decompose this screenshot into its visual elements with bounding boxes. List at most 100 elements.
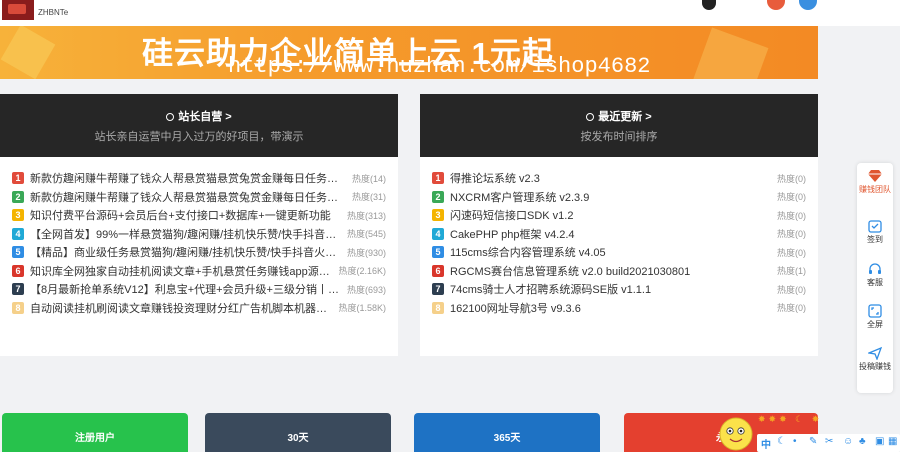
tool-checkin[interactable]: 签到	[857, 219, 893, 245]
header-icon-button[interactable]	[767, 0, 785, 10]
rank-badge: 3	[12, 209, 24, 222]
card-subtitle: 按发布时间排序	[580, 131, 658, 143]
mascot-icon[interactable]	[716, 412, 756, 452]
circle-icon	[166, 113, 175, 121]
heat-count: 热度(0)	[777, 210, 806, 221]
item-title-link[interactable]: CakePHP php框架 v4.2.4	[450, 226, 771, 242]
list-item[interactable]: 4 【全网首发】99%一样悬赏猫狗/趣闲赚/挂机快乐赞/快手抖音火山... 热度(5…	[12, 225, 386, 244]
list-item[interactable]: 2 新款仿趣闲赚牛帮赚了钱众人帮悬赏猫悬赏兔赏金赚每日任务平台a... 热度(31)	[12, 188, 386, 207]
membership-tile-365d[interactable]: 365天	[414, 413, 600, 452]
tool-submit-earn[interactable]: 投稿赚钱	[857, 346, 893, 372]
heat-count: 热度(2.16K)	[338, 266, 386, 277]
grid-icon[interactable]: ▦	[888, 436, 897, 447]
card-recent-updates: 最近更新 > 按发布时间排序 1 得推论坛系统 v2.3 热度(0) 2 NXCRM客…	[420, 94, 818, 356]
heat-count: 热度(930)	[346, 247, 386, 258]
item-title-link[interactable]: 得推论坛系统 v2.3	[450, 170, 771, 186]
list-item[interactable]: 6 知识库全网独家自动挂机阅读文章+手机悬赏任务赚钱app源码（可... 热度(2.…	[12, 262, 386, 281]
shirt-icon[interactable]: ▣	[875, 436, 884, 447]
send-icon	[868, 346, 882, 360]
ime-language[interactable]: 中	[761, 436, 771, 451]
sparkle-icons: ✸✸✸ ☾ ✸	[758, 414, 823, 424]
rank-badge: 8	[432, 301, 444, 314]
item-title-link[interactable]: 162100网址导航3号 v9.3.6	[450, 300, 771, 316]
tool-fullscreen[interactable]: 全屏	[857, 304, 893, 330]
wrench-icon[interactable]: ✎	[809, 436, 817, 447]
list-item[interactable]: 5 【精品】商业级任务悬赏猫狗/趣闲赚/挂机快乐赞/快手抖音火山点... 热度(93…	[12, 243, 386, 262]
item-title-link[interactable]: 自动阅读挂机刷阅读文章赚钱投资理财分红广告机脚本机器人可封装...	[30, 300, 332, 316]
card-title[interactable]: 站长自营 >	[0, 94, 398, 124]
item-title-link[interactable]: 【精品】商业级任务悬赏猫狗/趣闲赚/挂机快乐赞/快手抖音火山点...	[30, 244, 341, 260]
item-title-link[interactable]: 新款仿趣闲赚牛帮赚了钱众人帮悬赏猫悬赏兔赏金赚每日任务平台a...	[30, 189, 346, 205]
fullscreen-icon	[868, 304, 882, 318]
heat-count: 热度(0)	[777, 303, 806, 314]
item-title-link[interactable]: 知识库全网独家自动挂机阅读文章+手机悬赏任务赚钱app源码（可...	[30, 263, 332, 279]
list-item[interactable]: 7 74cms骑士人才招聘系统源码SE版 v1.1.1 热度(0)	[432, 280, 806, 299]
list-item[interactable]: 5 115cms综合内容管理系统 v4.05 热度(0)	[432, 243, 806, 262]
item-title-link[interactable]: 115cms综合内容管理系统 v4.05	[450, 244, 771, 260]
banner-decoration	[0, 26, 56, 79]
rank-badge: 1	[12, 172, 24, 185]
item-title-link[interactable]: 74cms骑士人才招聘系统源码SE版 v1.1.1	[450, 281, 771, 297]
rank-badge: 5	[432, 246, 444, 259]
rank-badge: 7	[432, 283, 444, 296]
smile-icon[interactable]: ☺	[843, 436, 853, 447]
item-title-link[interactable]: NXCRM客户管理系统 v2.3.9	[450, 189, 771, 205]
card-self-operated: 站长自营 > 站长亲自运营中月入过万的好项目，带演示 1 新款仿趣闲赚牛帮赚了钱众…	[0, 94, 398, 356]
rank-badge: 1	[432, 172, 444, 185]
item-title-link[interactable]: 【8月最新抢单系统V12】利息宝+代理+会员升级+三级分销丨抢单...	[30, 281, 341, 297]
heat-count: 热度(1)	[777, 266, 806, 277]
list-item[interactable]: 3 知识付费平台源码+会员后台+支付接口+数据库+一键更新功能 热度(313)	[12, 206, 386, 225]
heat-count: 热度(545)	[346, 229, 386, 240]
item-title-link[interactable]: 知识付费平台源码+会员后台+支付接口+数据库+一键更新功能	[30, 207, 341, 223]
item-title-link[interactable]: RGCMS赛台信息管理系统 v2.0 build2021030801	[450, 263, 771, 279]
rank-badge: 2	[12, 190, 24, 203]
moon-icon[interactable]: ☾	[777, 436, 786, 447]
list-item[interactable]: 6 RGCMS赛台信息管理系统 v2.0 build2021030801 热度(1)	[432, 262, 806, 281]
rank-badge: 5	[12, 246, 24, 259]
rank-badge: 6	[12, 264, 24, 277]
list-item[interactable]: 1 得推论坛系统 v2.3 热度(0)	[432, 169, 806, 188]
tool-customer-service[interactable]: 客服	[857, 262, 893, 288]
tool-label: 赚钱团队	[859, 185, 891, 194]
headset-icon	[869, 263, 881, 274]
item-title-link[interactable]: 【全网首发】99%一样悬赏猫狗/趣闲赚/挂机快乐赞/快手抖音火山...	[30, 226, 341, 242]
punctuation-icon[interactable]: •	[793, 436, 797, 447]
avatar[interactable]	[702, 0, 716, 10]
card-title-text: 最近更新 >	[598, 111, 652, 123]
rank-badge: 4	[432, 227, 444, 240]
list-item[interactable]: 8 162100网址导航3号 v9.3.6 热度(0)	[432, 299, 806, 318]
heat-count: 热度(0)	[777, 229, 806, 240]
card-subtitle: 站长亲自运营中月入过万的好项目，带演示	[94, 131, 304, 143]
list-item[interactable]: 8 自动阅读挂机刷阅读文章赚钱投资理财分红广告机脚本机器人可封装... 热度(1.5…	[12, 299, 386, 318]
tool-label: 全屏	[867, 320, 883, 329]
list-item[interactable]: 4 CakePHP php框架 v4.2.4 热度(0)	[432, 225, 806, 244]
list-item[interactable]: 1 新款仿趣闲赚牛帮赚了钱众人帮悬赏猫悬赏兔赏金赚每日任务平台a... 热度(14)	[12, 169, 386, 188]
heat-count: 热度(0)	[777, 284, 806, 295]
rank-badge: 2	[432, 190, 444, 203]
item-title-link[interactable]: 闪速码短信接口SDK v1.2	[450, 207, 771, 223]
rank-badge: 3	[432, 209, 444, 222]
rank-badge: 6	[432, 264, 444, 277]
list-item[interactable]: 2 NXCRM客户管理系统 v2.3.9 热度(0)	[432, 188, 806, 207]
heat-count: 热度(0)	[777, 192, 806, 203]
skin-icon[interactable]: ♣	[859, 436, 866, 447]
ime-toolbar[interactable]: 中 ☾ • ✎ ✂ ☺ ♣ ▣ ▦	[757, 434, 900, 452]
heat-count: 热度(1.58K)	[338, 303, 386, 314]
tools-icon[interactable]: ✂	[825, 436, 833, 447]
list-item[interactable]: 3 闪速码短信接口SDK v1.2 热度(0)	[432, 206, 806, 225]
site-header: ZHBNTe	[0, 0, 900, 26]
heat-count: 热度(31)	[351, 192, 386, 203]
membership-tile-30d[interactable]: 30天	[205, 413, 391, 452]
membership-tile-register[interactable]: 注册用户	[2, 413, 188, 452]
rank-badge: 4	[12, 227, 24, 240]
tool-money-team[interactable]: 赚钱团队	[857, 169, 893, 195]
banner-decoration	[691, 27, 769, 79]
list-item[interactable]: 7 【8月最新抢单系统V12】利息宝+代理+会员升级+三级分销丨抢单... 热度(6…	[12, 280, 386, 299]
tool-label: 签到	[867, 235, 883, 244]
item-title-link[interactable]: 新款仿趣闲赚牛帮赚了钱众人帮悬赏猫悬赏兔赏金赚每日任务平台a...	[30, 170, 346, 186]
heat-count: 热度(14)	[351, 173, 386, 184]
site-logo[interactable]	[2, 0, 34, 20]
floating-toolbar: 赚钱团队 签到 客服 全屏 投稿赚钱	[857, 163, 893, 393]
card-title[interactable]: 最近更新 >	[420, 94, 818, 124]
header-icon-button[interactable]	[799, 0, 817, 10]
